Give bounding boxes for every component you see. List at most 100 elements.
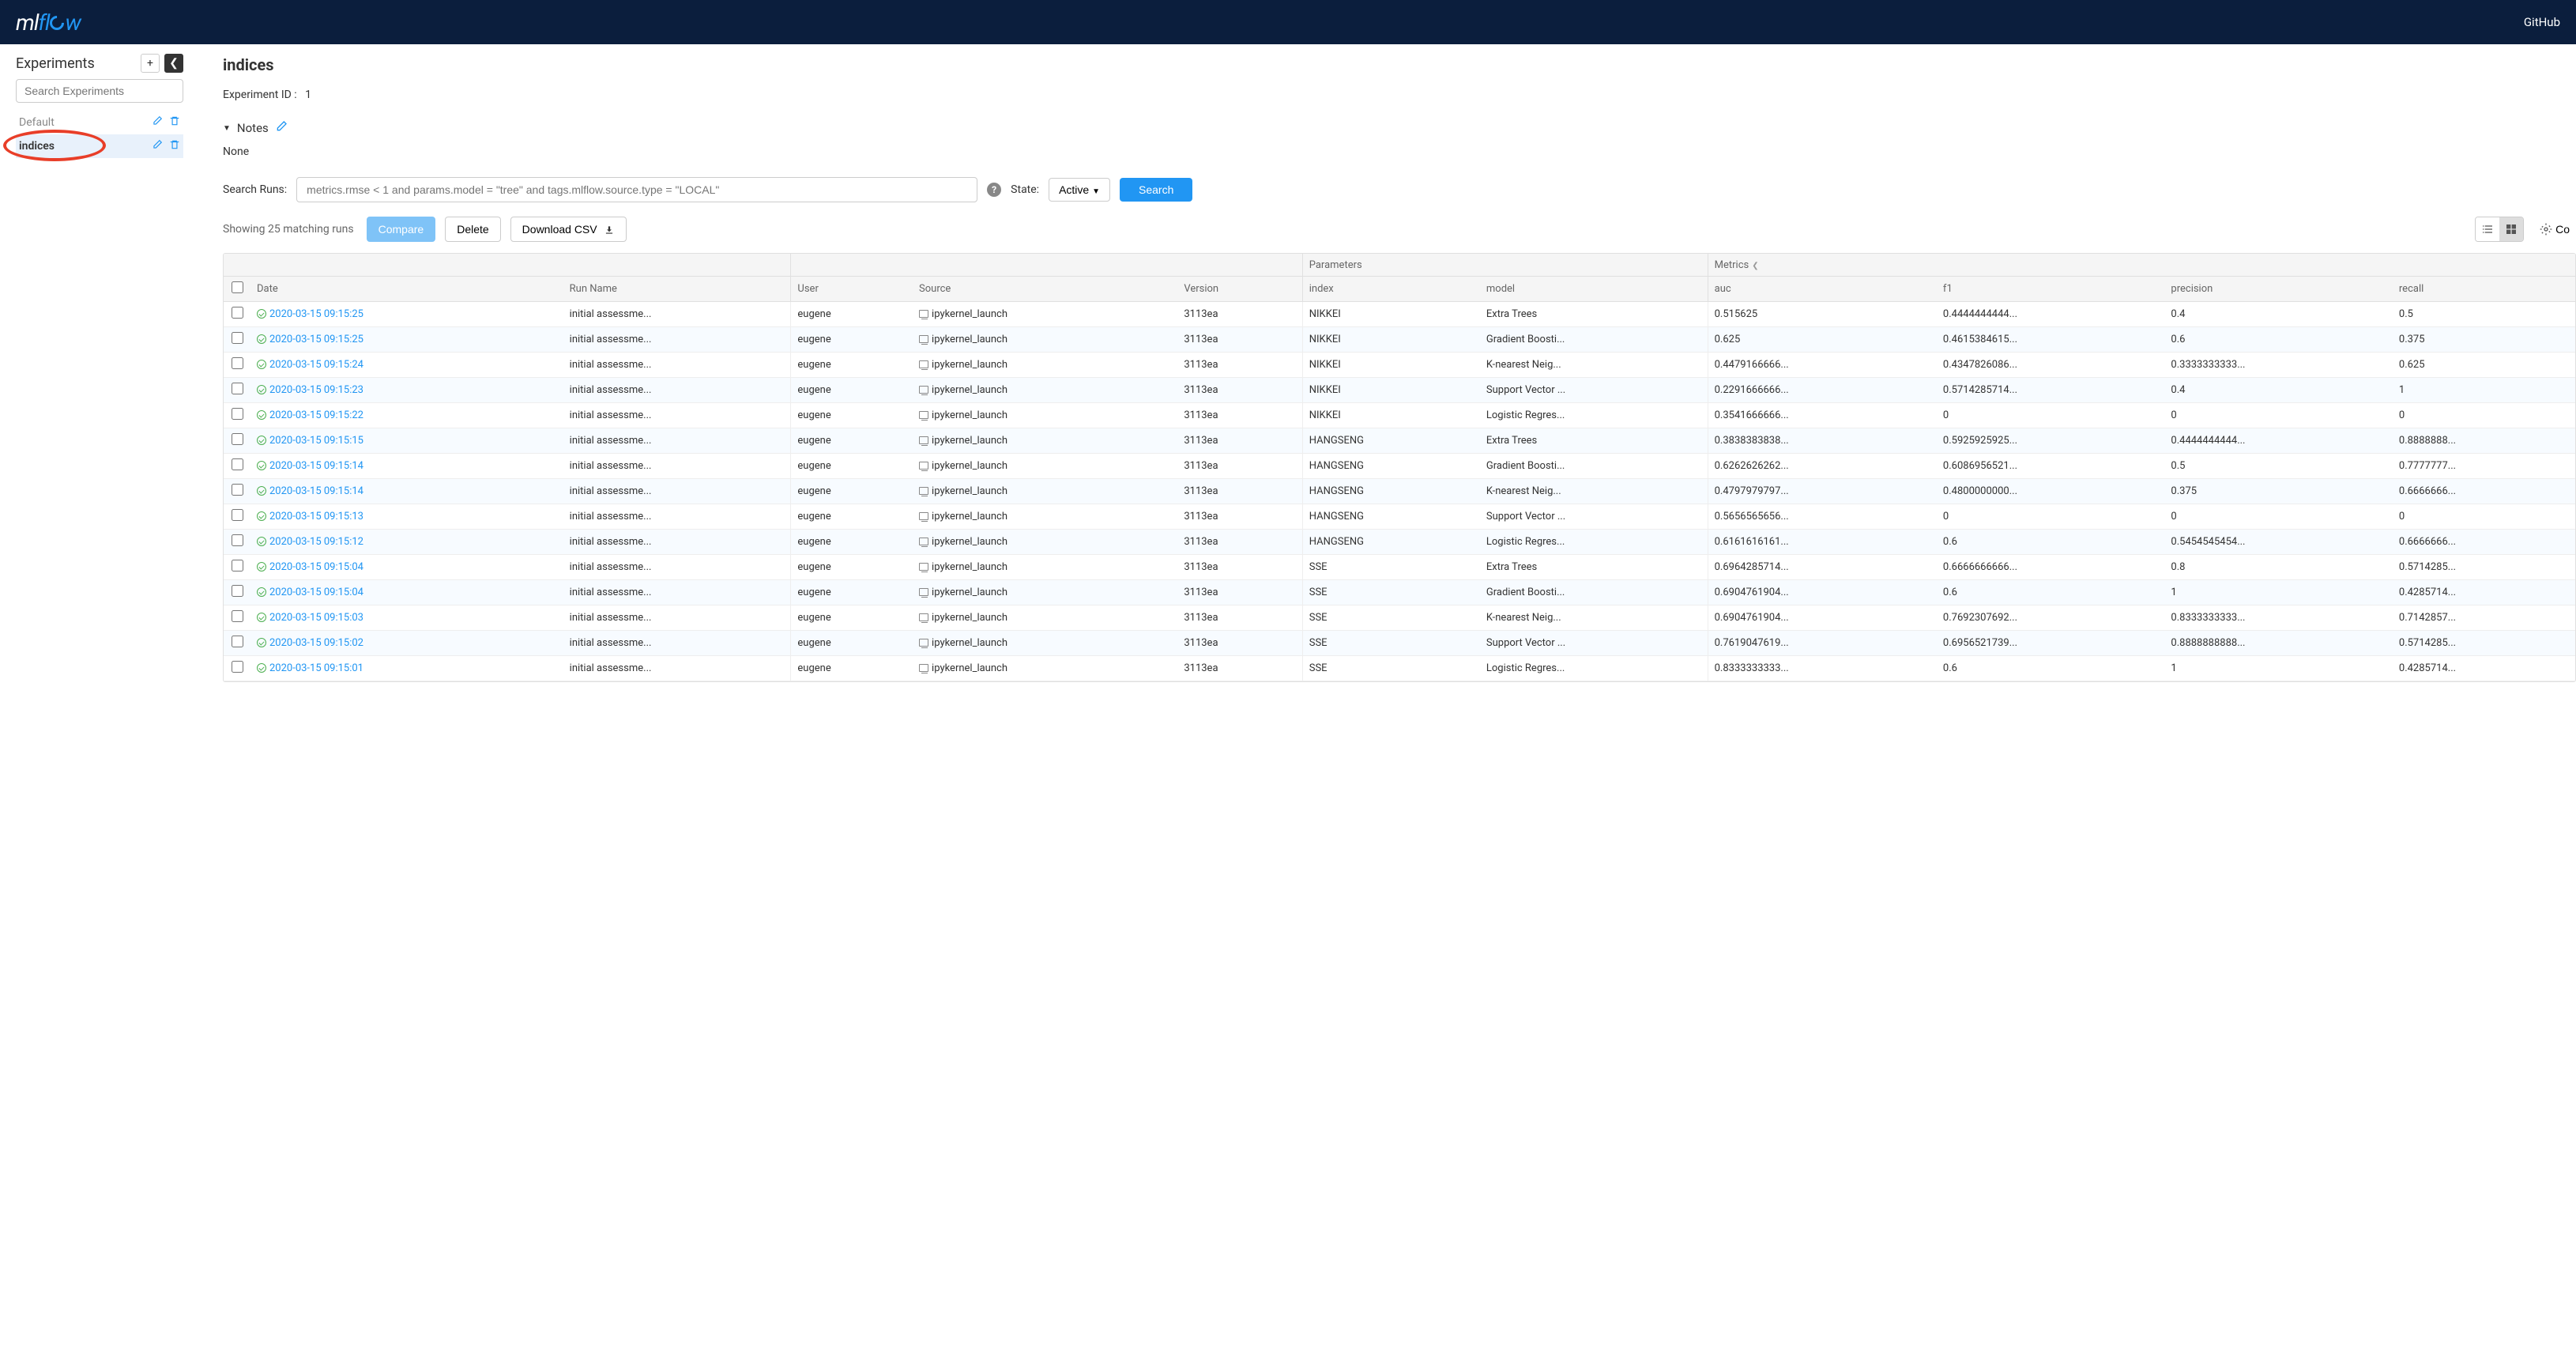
- table-row: 2020-03-15 09:15:15 initial assessme... …: [224, 428, 2575, 453]
- row-checkbox[interactable]: [232, 610, 243, 622]
- download-csv-button[interactable]: Download CSV: [510, 217, 627, 242]
- row-checkbox[interactable]: [232, 484, 243, 496]
- notes-caret-icon[interactable]: ▼: [223, 124, 231, 133]
- collapse-sidebar-button[interactable]: ❮: [164, 54, 183, 73]
- metric-auc: 0.2291666666...: [1708, 377, 1937, 402]
- select-all-checkbox[interactable]: [232, 281, 243, 293]
- run-date-link[interactable]: 2020-03-15 09:15:24: [269, 359, 363, 371]
- run-date-link[interactable]: 2020-03-15 09:15:13: [269, 511, 363, 522]
- run-version: 3113ea: [1177, 504, 1302, 529]
- status-success-icon: [257, 309, 266, 319]
- param-model: Gradient Boosti...: [1480, 579, 1708, 605]
- sidebar-experiment-item[interactable]: Default: [16, 111, 183, 134]
- metric-f1: 0.5925925925...: [1937, 428, 2164, 453]
- col-recall[interactable]: recall: [2393, 276, 2575, 301]
- run-date-link[interactable]: 2020-03-15 09:15:14: [269, 460, 363, 472]
- row-checkbox[interactable]: [232, 332, 243, 344]
- status-success-icon: [257, 334, 266, 344]
- help-icon[interactable]: ?: [987, 183, 1001, 197]
- row-checkbox[interactable]: [232, 458, 243, 470]
- run-source: ipykernel_launch: [932, 587, 1007, 598]
- table-row: 2020-03-15 09:15:13 initial assessme... …: [224, 504, 2575, 529]
- sidebar-experiment-item[interactable]: indices: [16, 134, 183, 158]
- state-dropdown[interactable]: Active ▼: [1049, 178, 1110, 202]
- col-model[interactable]: model: [1480, 276, 1708, 301]
- row-checkbox[interactable]: [232, 509, 243, 521]
- metric-auc: 0.4479166666...: [1708, 352, 1937, 377]
- list-view-button[interactable]: [2476, 217, 2499, 241]
- run-date-link[interactable]: 2020-03-15 09:15:03: [269, 612, 363, 624]
- laptop-icon: [919, 664, 928, 672]
- row-checkbox[interactable]: [232, 357, 243, 369]
- status-success-icon: [257, 537, 266, 546]
- run-source: ipykernel_launch: [932, 637, 1007, 649]
- run-date-link[interactable]: 2020-03-15 09:15:25: [269, 308, 363, 320]
- search-experiments-input[interactable]: [16, 79, 183, 103]
- run-source: ipykernel_launch: [932, 435, 1007, 447]
- param-index: SSE: [1302, 579, 1480, 605]
- run-date-link[interactable]: 2020-03-15 09:15:02: [269, 637, 363, 649]
- chevron-down-icon: ▼: [1092, 187, 1100, 196]
- search-button[interactable]: Search: [1120, 178, 1192, 202]
- param-model: Support Vector ...: [1480, 630, 1708, 655]
- metric-precision: 0: [2164, 402, 2392, 428]
- experiment-id-label: Experiment ID :: [223, 89, 297, 101]
- col-date[interactable]: Date: [250, 276, 563, 301]
- col-index[interactable]: index: [1302, 276, 1480, 301]
- run-date-link[interactable]: 2020-03-15 09:15:22: [269, 409, 363, 421]
- row-checkbox[interactable]: [232, 585, 243, 597]
- edit-experiment-icon[interactable]: [152, 139, 163, 153]
- col-version[interactable]: Version: [1177, 276, 1302, 301]
- grid-view-button[interactable]: [2499, 217, 2523, 241]
- run-date-link[interactable]: 2020-03-15 09:15:01: [269, 662, 363, 674]
- row-checkbox[interactable]: [232, 433, 243, 445]
- run-source: ipykernel_launch: [932, 561, 1007, 573]
- metric-recall: 0.8888888...: [2393, 428, 2575, 453]
- search-runs-input[interactable]: [296, 177, 977, 202]
- run-date-link[interactable]: 2020-03-15 09:15:12: [269, 536, 363, 548]
- row-checkbox[interactable]: [232, 383, 243, 394]
- param-model: Support Vector ...: [1480, 377, 1708, 402]
- run-date-link[interactable]: 2020-03-15 09:15:15: [269, 435, 363, 447]
- run-date-link[interactable]: 2020-03-15 09:15:04: [269, 561, 363, 573]
- run-user: eugene: [791, 554, 913, 579]
- row-checkbox[interactable]: [232, 534, 243, 546]
- edit-notes-icon[interactable]: [275, 120, 288, 136]
- delete-experiment-icon[interactable]: [169, 115, 180, 130]
- run-version: 3113ea: [1177, 554, 1302, 579]
- add-experiment-button[interactable]: +: [141, 54, 160, 73]
- compare-button[interactable]: Compare: [367, 217, 436, 242]
- row-checkbox[interactable]: [232, 636, 243, 647]
- col-precision[interactable]: precision: [2164, 276, 2392, 301]
- mlflow-logo[interactable]: mlflw: [16, 9, 81, 36]
- table-row: 2020-03-15 09:15:25 initial assessme... …: [224, 326, 2575, 352]
- col-auc[interactable]: auc: [1708, 276, 1937, 301]
- col-f1[interactable]: f1: [1937, 276, 2164, 301]
- run-date-link[interactable]: 2020-03-15 09:15:04: [269, 587, 363, 598]
- col-source[interactable]: Source: [913, 276, 1177, 301]
- row-checkbox[interactable]: [232, 661, 243, 673]
- run-date-link[interactable]: 2020-03-15 09:15:25: [269, 334, 363, 345]
- github-link[interactable]: GitHub: [2524, 15, 2560, 29]
- metrics-collapse-icon[interactable]: ❮: [1752, 262, 1758, 270]
- table-row: 2020-03-15 09:15:23 initial assessme... …: [224, 377, 2575, 402]
- metric-precision: 0.4444444444...: [2164, 428, 2392, 453]
- run-user: eugene: [791, 529, 913, 554]
- edit-experiment-icon[interactable]: [152, 115, 163, 130]
- gear-icon: [2540, 223, 2552, 236]
- delete-experiment-icon[interactable]: [169, 139, 180, 153]
- metric-f1: 0.5714285714...: [1937, 377, 2164, 402]
- col-user[interactable]: User: [791, 276, 913, 301]
- col-run-name[interactable]: Run Name: [563, 276, 791, 301]
- param-model: Gradient Boosti...: [1480, 326, 1708, 352]
- columns-button[interactable]: Co: [2533, 219, 2576, 240]
- delete-button[interactable]: Delete: [445, 217, 500, 242]
- row-checkbox[interactable]: [232, 307, 243, 319]
- run-source: ipykernel_launch: [932, 612, 1007, 624]
- run-date-link[interactable]: 2020-03-15 09:15:23: [269, 384, 363, 396]
- row-checkbox[interactable]: [232, 560, 243, 571]
- run-date-link[interactable]: 2020-03-15 09:15:14: [269, 485, 363, 497]
- metric-recall: 0.375: [2393, 326, 2575, 352]
- run-version: 3113ea: [1177, 402, 1302, 428]
- row-checkbox[interactable]: [232, 408, 243, 420]
